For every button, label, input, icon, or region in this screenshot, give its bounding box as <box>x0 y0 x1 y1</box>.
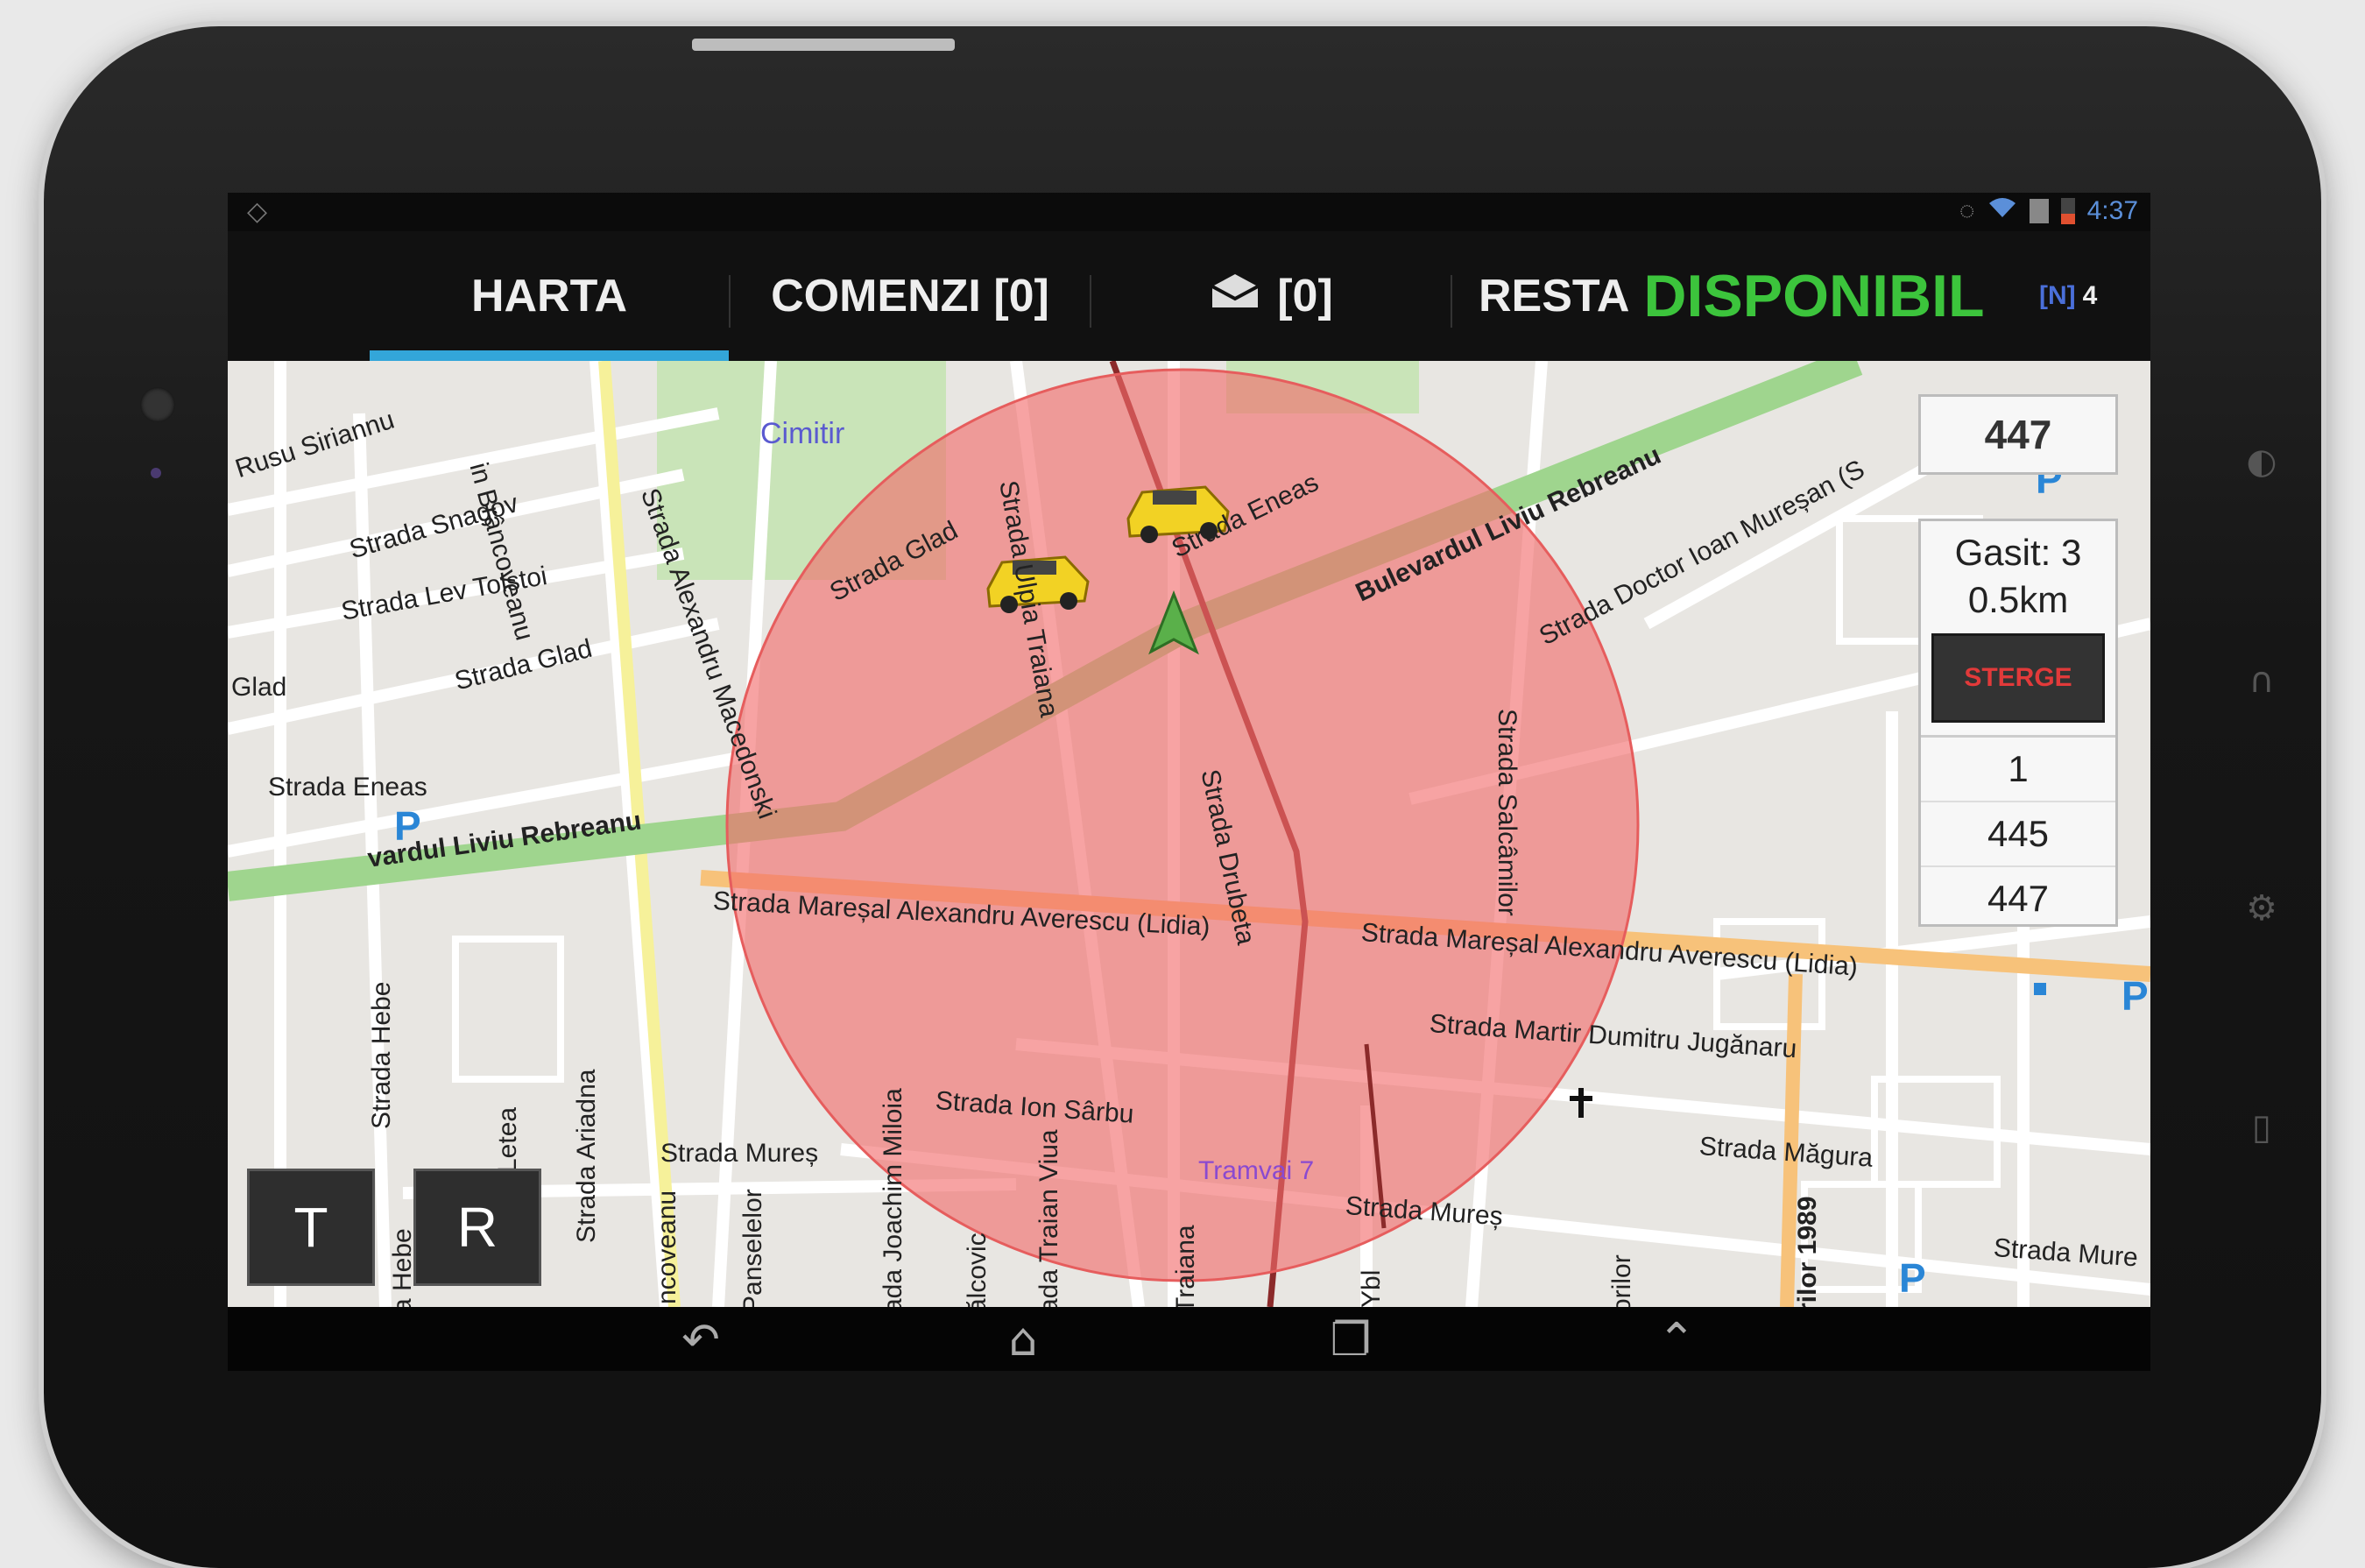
tab-messages-label: [0] <box>1277 271 1333 321</box>
battery-hw-icon[interactable]: ▯ <box>2238 1104 2285 1151</box>
current-location-icon <box>1146 590 1202 660</box>
r-button[interactable]: R <box>413 1169 541 1286</box>
tab-divider <box>1451 275 1452 328</box>
map-label: Strada Hebe <box>367 981 396 1129</box>
parking-icon: P <box>2121 973 2149 1019</box>
map-label: ncoveanu <box>653 1190 681 1304</box>
inbox-icon <box>1209 270 1261 322</box>
t-button-label: T <box>293 1196 328 1259</box>
map-label: orilor <box>1607 1254 1636 1307</box>
resta-label: RESTA <box>1479 271 1630 321</box>
list-item[interactable]: 445 <box>1921 802 2115 867</box>
sync-icon: ◌ <box>1959 196 1975 225</box>
map-label: ada Traian Viua <box>1034 1129 1063 1307</box>
tab-bar: HARTA COMENZI [0] [0] RESTA DISPONIBIL [… <box>228 231 2150 361</box>
t-button[interactable]: T <box>247 1169 375 1286</box>
map-label: Letea <box>493 1106 522 1173</box>
status-led <box>151 468 161 478</box>
front-camera <box>140 387 175 422</box>
clock: 4:37 <box>2086 196 2138 225</box>
battery-icon <box>2060 198 2075 224</box>
map-label: ada Joachim Miloia <box>879 1088 907 1307</box>
search-distance: 0.5km <box>1967 579 2069 620</box>
home-icon[interactable]: ⌂ <box>988 1314 1058 1367</box>
signal-icon <box>2029 199 2049 223</box>
camera-hw-icon[interactable]: ◐ <box>2238 438 2285 485</box>
menu-up-icon[interactable]: ⌃ <box>1641 1314 1712 1367</box>
network-label: [N] <box>2039 281 2076 310</box>
list-item[interactable]: 447 <box>1921 867 2115 930</box>
car-id-value: 447 <box>1984 412 2052 457</box>
delete-button[interactable]: STERGE <box>1931 633 2105 723</box>
map-view[interactable]: Rusu Siriannu Strada Snagov Strada Lev T… <box>228 361 2150 1307</box>
map-label: Glad <box>231 673 287 702</box>
tab-harta-label: HARTA <box>470 271 628 321</box>
parking-icon: P <box>1899 1255 1926 1301</box>
map-label: Strada Salcâmilor <box>1493 709 1521 916</box>
car-id-box: 447 <box>1918 394 2118 475</box>
map-label: Strada Eneas <box>268 773 427 802</box>
map-label: rilor 1989 <box>1793 1196 1822 1307</box>
notification-icon: ◇ <box>247 196 268 227</box>
map-label: ălcovic <box>963 1233 992 1307</box>
delete-button-label: STERGE <box>1964 663 2072 692</box>
wifi-icon <box>1987 196 2017 226</box>
network-indicator: [N] 4 <box>2039 231 2097 361</box>
map-label: Tramvai 7 <box>1198 1156 1315 1185</box>
active-tab-indicator <box>370 350 729 361</box>
tablet-top-edge <box>692 39 955 51</box>
device-screen: ◇ ◌ 4:37 HARTA COMENZI [0] [0] RESTA DIS… <box>228 193 2150 1371</box>
map-label: Strada Ariadna <box>572 1069 601 1243</box>
r-button-label: R <box>456 1196 498 1259</box>
tab-comenzi[interactable]: COMENZI [0] <box>731 231 1090 361</box>
parking-icon: P <box>394 803 421 849</box>
tab-comenzi-label: COMENZI [0] <box>771 271 1049 321</box>
tab-harta[interactable]: HARTA <box>370 231 729 361</box>
tab-messages[interactable]: [0] <box>1091 231 1451 361</box>
map-label: Ybl <box>1357 1269 1386 1307</box>
map-label: Cimitir <box>760 417 845 450</box>
found-count: Gasit: 3 <box>1954 532 2082 573</box>
search-results-panel: Gasit: 3 0.5km STERGE 1 445 447 <box>1918 519 2118 927</box>
back-icon[interactable]: ↶ <box>666 1314 736 1367</box>
status-available: DISPONIBIL <box>1643 263 1985 329</box>
driver-status[interactable]: RESTA DISPONIBIL <box>1479 231 1985 361</box>
navigation-bar: ↶ ⌂ ❐ ⌃ <box>228 1307 2150 1371</box>
status-bar: ◇ ◌ 4:37 <box>228 193 2150 231</box>
list-item[interactable]: 1 <box>1921 738 2115 802</box>
settings-hw-icon[interactable]: ⚙ <box>2238 885 2285 932</box>
recent-apps-icon[interactable]: ❐ <box>1316 1314 1386 1367</box>
network-count: 4 <box>2082 281 2098 310</box>
map-label: Strada Mureș <box>660 1139 819 1168</box>
map-label: Traiana <box>1171 1225 1200 1307</box>
headphones-hw-icon[interactable]: ∩ <box>2238 657 2285 704</box>
map-label: Panselelor <box>738 1189 767 1307</box>
